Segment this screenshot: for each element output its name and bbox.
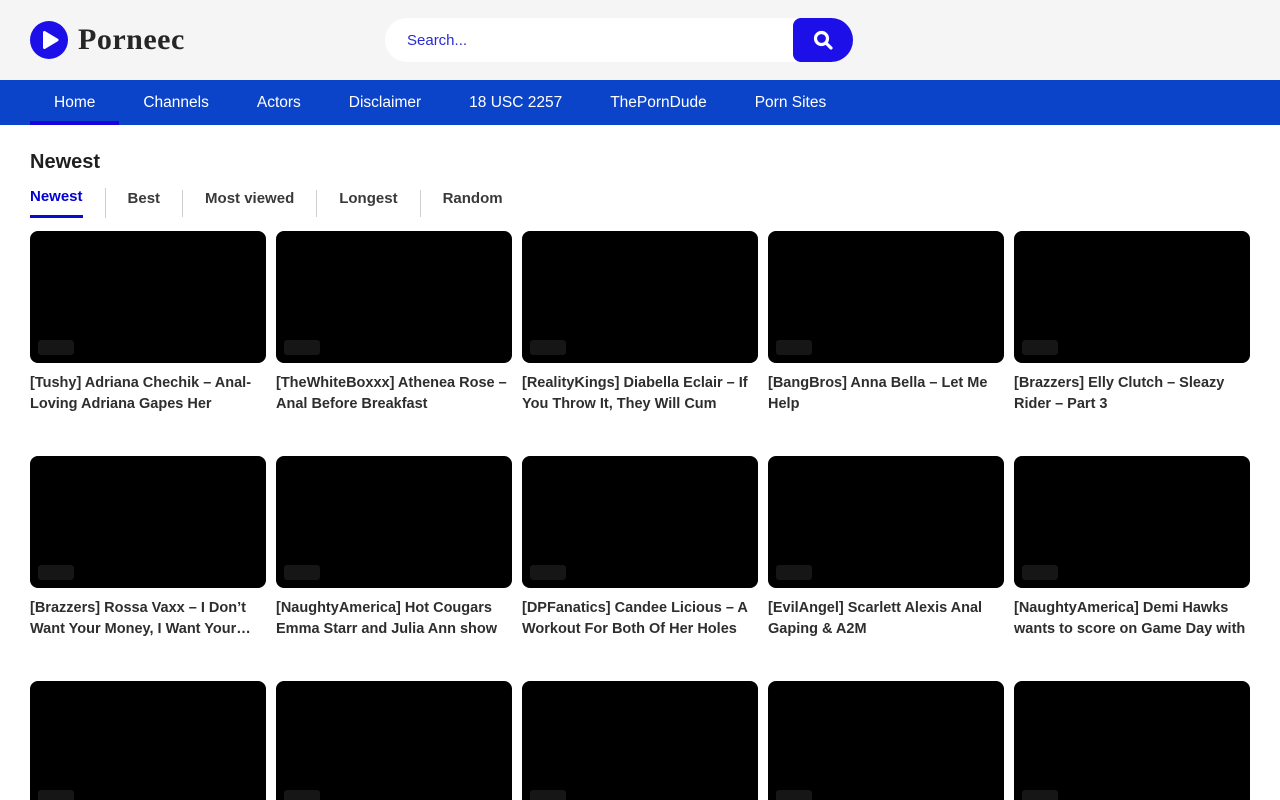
tab-best[interactable]: Best: [106, 190, 184, 217]
site-logo[interactable]: Porneec: [30, 21, 185, 59]
tab-longest[interactable]: Longest: [317, 190, 420, 217]
search-button[interactable]: [793, 18, 853, 62]
tab-most-viewed[interactable]: Most viewed: [183, 190, 317, 217]
duration-badge: [1022, 340, 1058, 355]
video-thumbnail[interactable]: [522, 681, 758, 800]
nav-item-home[interactable]: Home: [30, 80, 119, 125]
video-card: [DPFanatics] Candee Licious – A Workout …: [522, 456, 758, 640]
main-nav: Home Channels Actors Disclaimer 18 USC 2…: [0, 80, 1280, 125]
duration-badge: [776, 340, 812, 355]
search-input[interactable]: [385, 18, 793, 62]
duration-badge: [530, 565, 566, 580]
duration-badge: [38, 565, 74, 580]
video-card: [1014, 681, 1250, 800]
video-grid: [Tushy] Adriana Chechik – Anal-Loving Ad…: [30, 231, 1250, 800]
duration-badge: [1022, 565, 1058, 580]
video-card: [30, 681, 266, 800]
video-thumbnail[interactable]: [30, 456, 266, 588]
duration-badge: [284, 565, 320, 580]
video-card: [522, 681, 758, 800]
duration-badge: [1022, 790, 1058, 800]
video-title[interactable]: [Tushy] Adriana Chechik – Anal-Loving Ad…: [30, 373, 266, 415]
search-form: [385, 18, 853, 62]
video-card: [NaughtyAmerica] Hot Cougars Emma Starr …: [276, 456, 512, 640]
duration-badge: [284, 340, 320, 355]
video-title[interactable]: [NaughtyAmerica] Demi Hawks wants to sco…: [1014, 598, 1250, 640]
main-content: Newest Newest Best Most viewed Longest R…: [0, 125, 1280, 800]
video-card: [276, 681, 512, 800]
search-icon: [811, 28, 835, 52]
play-icon: [30, 21, 68, 59]
tab-newest[interactable]: Newest: [30, 188, 106, 218]
video-thumbnail[interactable]: [522, 231, 758, 363]
video-thumbnail[interactable]: [276, 231, 512, 363]
video-title[interactable]: [Brazzers] Elly Clutch – Sleazy Rider – …: [1014, 373, 1250, 415]
sort-tabs: Newest Best Most viewed Longest Random: [30, 188, 1250, 218]
duration-badge: [530, 790, 566, 800]
video-card: [BangBros] Anna Bella – Let Me Help: [768, 231, 1004, 415]
nav-item-18-usc-2257[interactable]: 18 USC 2257: [445, 80, 586, 125]
video-title[interactable]: [TheWhiteBoxxx] Athenea Rose – Anal Befo…: [276, 373, 512, 415]
video-thumbnail[interactable]: [768, 681, 1004, 800]
tab-random[interactable]: Random: [421, 190, 525, 217]
nav-item-actors[interactable]: Actors: [233, 80, 325, 125]
video-thumbnail[interactable]: [1014, 456, 1250, 588]
video-thumbnail[interactable]: [276, 681, 512, 800]
video-card: [TheWhiteBoxxx] Athenea Rose – Anal Befo…: [276, 231, 512, 415]
duration-badge: [776, 565, 812, 580]
page-title: Newest: [30, 125, 1250, 188]
video-thumbnail[interactable]: [276, 456, 512, 588]
nav-item-theporndude[interactable]: ThePornDude: [586, 80, 731, 125]
video-thumbnail[interactable]: [30, 231, 266, 363]
duration-badge: [38, 790, 74, 800]
video-thumbnail[interactable]: [1014, 231, 1250, 363]
video-card: [768, 681, 1004, 800]
duration-badge: [38, 340, 74, 355]
video-card: [Brazzers] Rossa Vaxx – I Don’t Want You…: [30, 456, 266, 640]
video-title[interactable]: [EvilAngel] Scarlett Alexis Anal Gaping …: [768, 598, 1004, 640]
duration-badge: [284, 790, 320, 800]
video-card: [NaughtyAmerica] Demi Hawks wants to sco…: [1014, 456, 1250, 640]
video-card: [Tushy] Adriana Chechik – Anal-Loving Ad…: [30, 231, 266, 415]
duration-badge: [530, 340, 566, 355]
video-thumbnail[interactable]: [768, 231, 1004, 363]
video-thumbnail[interactable]: [30, 681, 266, 800]
video-thumbnail[interactable]: [1014, 681, 1250, 800]
site-header: Porneec: [0, 0, 1280, 80]
duration-badge: [776, 790, 812, 800]
video-card: [Brazzers] Elly Clutch – Sleazy Rider – …: [1014, 231, 1250, 415]
logo-text: Porneec: [78, 23, 185, 57]
video-card: [RealityKings] Diabella Eclair – If You …: [522, 231, 758, 415]
video-title[interactable]: [DPFanatics] Candee Licious – A Workout …: [522, 598, 758, 640]
nav-item-channels[interactable]: Channels: [119, 80, 233, 125]
video-title[interactable]: [NaughtyAmerica] Hot Cougars Emma Starr …: [276, 598, 512, 640]
video-title[interactable]: [Brazzers] Rossa Vaxx – I Don’t Want You…: [30, 598, 266, 640]
video-thumbnail[interactable]: [522, 456, 758, 588]
video-title[interactable]: [BangBros] Anna Bella – Let Me Help: [768, 373, 1004, 415]
video-card: [EvilAngel] Scarlett Alexis Anal Gaping …: [768, 456, 1004, 640]
nav-item-porn-sites[interactable]: Porn Sites: [731, 80, 851, 125]
video-title[interactable]: [RealityKings] Diabella Eclair – If You …: [522, 373, 758, 415]
video-thumbnail[interactable]: [768, 456, 1004, 588]
nav-item-disclaimer[interactable]: Disclaimer: [325, 80, 445, 125]
